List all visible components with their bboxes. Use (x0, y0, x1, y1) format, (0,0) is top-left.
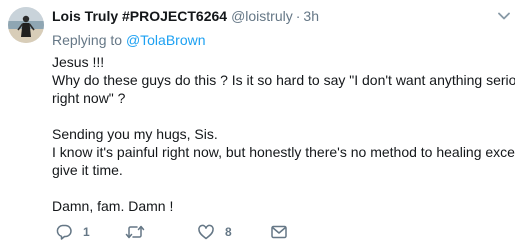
reply-button[interactable]: 1 (55, 222, 90, 242)
replying-to-handle[interactable]: @TolaBrown (126, 32, 206, 48)
avatar[interactable] (8, 7, 44, 43)
tweet-header: Lois Truly #PROJECT6264 @loistruly · 3h (52, 6, 508, 26)
direct-message-button[interactable] (270, 222, 288, 242)
retweet-icon (125, 225, 145, 239)
reply-count: 1 (83, 225, 90, 239)
tweet-text: Jesus !!! Why do these guys do this ? Is… (52, 53, 515, 215)
tweet-text-line: Jesus !!! (52, 54, 105, 70)
reply-bubble-icon (56, 224, 72, 240)
replying-to-label: Replying to (52, 32, 126, 48)
header-separator: · (295, 8, 301, 24)
author-handle[interactable]: @loistruly (231, 6, 293, 26)
author-name[interactable]: Lois Truly #PROJECT6264 (52, 6, 227, 26)
tweet-text-line: Sending you my hugs, Sis. (52, 126, 218, 142)
tweet-actions: 1 8 (52, 222, 292, 242)
tweet-timestamp[interactable]: 3h (303, 6, 319, 26)
tweet-text-line: right now" ? (52, 90, 126, 106)
tweet-text-line: Damn, fam. Damn ! (52, 198, 174, 214)
heart-icon (198, 224, 214, 240)
avatar-photo-icon (8, 7, 44, 43)
more-options-button[interactable] (497, 8, 511, 20)
tweet-text-line: I know it's painful right now, but hones… (52, 144, 515, 160)
tweet-text-line: give it time. (52, 162, 123, 178)
envelope-icon (271, 225, 287, 239)
tweet-text-line: Why do these guys do this ? Is it so har… (52, 72, 515, 88)
retweet-button[interactable] (125, 222, 155, 242)
replying-to-line: Replying to @TolaBrown (52, 30, 508, 50)
like-count: 8 (225, 225, 232, 239)
tweet-card[interactable]: Lois Truly #PROJECT6264 @loistruly · 3h … (0, 0, 515, 249)
chevron-down-icon (498, 12, 510, 20)
tweet-content: Lois Truly #PROJECT6264 @loistruly · 3h … (52, 6, 515, 215)
like-button[interactable]: 8 (197, 222, 232, 242)
